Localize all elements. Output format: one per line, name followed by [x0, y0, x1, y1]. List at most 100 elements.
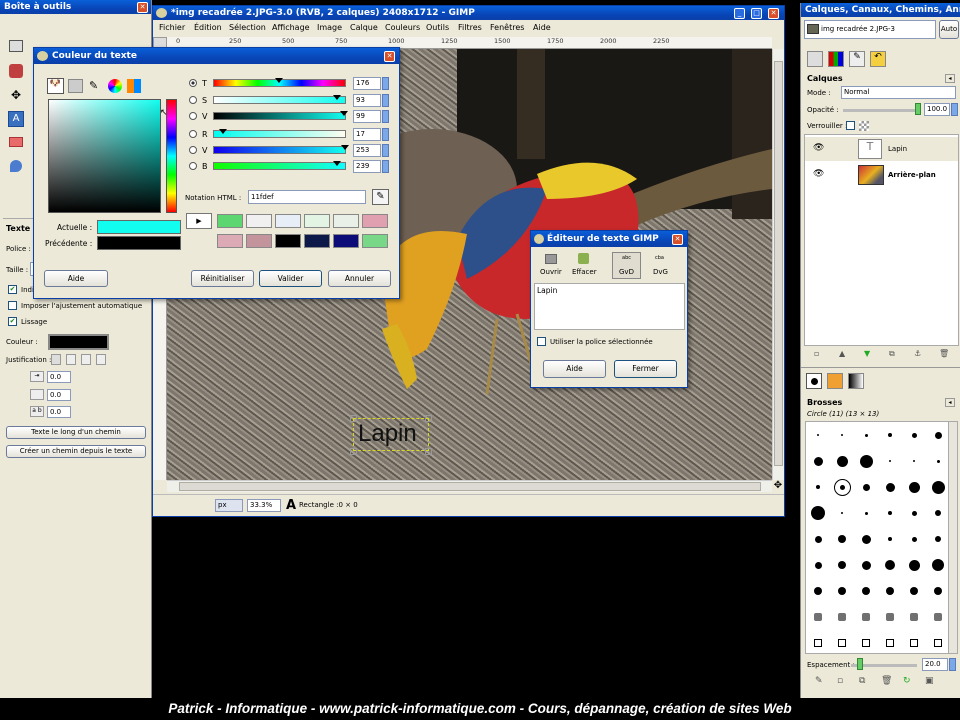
use-font-checkbox[interactable] [537, 337, 546, 346]
value-field[interactable]: 99 [353, 110, 381, 123]
text-box-handle[interactable] [350, 448, 357, 455]
lower-layer-icon[interactable]: ▼ [864, 349, 870, 358]
move-icon[interactable]: ✥ [9, 88, 23, 102]
brush-preset[interactable] [885, 560, 895, 570]
red-field[interactable]: 17 [353, 128, 381, 141]
cancel-button[interactable]: Annuler [328, 270, 391, 287]
clear-label[interactable]: Effacer [572, 268, 597, 276]
saturation-value-square[interactable] [48, 99, 161, 213]
hinting-checkbox[interactable]: ✔ [8, 285, 17, 294]
brush-preset[interactable] [838, 561, 846, 569]
antialias-checkbox[interactable]: ✔ [8, 317, 17, 326]
text-editor-close-button[interactable]: Fermer [614, 360, 677, 378]
text-area[interactable]: Lapin [534, 283, 685, 330]
close-icon[interactable]: ✕ [384, 51, 395, 62]
opacity-spin[interactable] [951, 103, 958, 116]
wheel-selector-icon[interactable] [108, 79, 122, 93]
brush-preset[interactable] [910, 639, 918, 647]
help-button[interactable]: Aide [44, 270, 108, 287]
path-from-text-button[interactable]: Créer un chemin depuis le texte [6, 445, 146, 458]
channels-tab[interactable] [828, 51, 844, 67]
brushes-tab[interactable] [806, 373, 822, 389]
letter-spacing-field[interactable]: 0.0 [47, 406, 71, 418]
panel-menu-icon[interactable]: ◂ [945, 398, 955, 407]
menu-fichier[interactable]: Fichier [159, 21, 185, 35]
green-spin[interactable] [382, 144, 389, 157]
brush-preset[interactable] [814, 561, 822, 569]
clear-icon[interactable] [578, 253, 589, 264]
text-along-path-button[interactable]: Texte le long d'un chemin [6, 426, 146, 439]
refresh-brush-icon[interactable]: ↻ [903, 676, 911, 686]
history-swatch[interactable] [217, 234, 243, 248]
minimize-icon[interactable]: _ [734, 8, 745, 19]
green-marker[interactable] [341, 145, 349, 150]
brush-preset[interactable] [817, 434, 819, 436]
saturation-marker[interactable] [333, 95, 341, 100]
text-layer-box[interactable]: Lapin [353, 418, 429, 451]
history-swatch[interactable] [362, 234, 388, 248]
brush-preset[interactable] [932, 559, 944, 571]
brush-preset[interactable] [841, 434, 843, 436]
new-brush-icon[interactable]: ▫ [837, 676, 843, 686]
brush-preset[interactable] [936, 459, 940, 463]
brush-preset[interactable] [864, 511, 868, 515]
menu-selection[interactable]: Sélection [229, 21, 266, 35]
brush-preset[interactable] [814, 587, 822, 595]
saturation-spin[interactable] [382, 94, 389, 107]
brush-preset[interactable] [838, 587, 846, 595]
history-swatch[interactable] [333, 234, 359, 248]
open-icon[interactable] [545, 254, 557, 264]
lock-alpha-icon[interactable] [859, 121, 869, 131]
value-marker[interactable] [340, 111, 348, 116]
justify-right-icon[interactable] [66, 354, 76, 365]
history-swatch[interactable] [275, 214, 301, 228]
brush-preset[interactable] [888, 511, 892, 515]
brush-preset[interactable] [934, 587, 942, 595]
fuzzy-select-icon[interactable] [9, 64, 23, 78]
brush-preset[interactable] [836, 455, 848, 467]
mode-select[interactable]: Normal [841, 86, 956, 99]
blue-slider[interactable] [213, 162, 346, 170]
history-swatch[interactable] [333, 214, 359, 228]
menu-edition[interactable]: Édition [194, 21, 222, 35]
brush-preset[interactable] [935, 510, 941, 516]
spacing-handle[interactable] [857, 658, 863, 670]
justify-center-icon[interactable] [81, 354, 91, 365]
scroll-thumb[interactable] [179, 482, 761, 491]
green-slider[interactable] [213, 146, 346, 154]
brush-preset[interactable] [814, 639, 822, 647]
history-swatch[interactable] [217, 214, 243, 228]
lock-pixels-checkbox[interactable] [846, 121, 855, 130]
brush-preset[interactable] [814, 535, 822, 543]
brush-preset[interactable] [838, 639, 846, 647]
menu-affichage[interactable]: Affichage [272, 21, 310, 35]
brush-scrollbar[interactable] [948, 421, 958, 654]
layer-row-selected[interactable]: 👁 T Lapin [805, 137, 958, 161]
brush-preset[interactable] [838, 613, 846, 621]
brush-preset[interactable] [814, 613, 822, 621]
opacity-handle[interactable] [915, 103, 921, 115]
brush-preset[interactable] [934, 639, 942, 647]
paths-tab[interactable]: ✎ [849, 51, 865, 67]
brush-preset[interactable] [862, 613, 870, 621]
text-tool-icon[interactable]: A [8, 111, 24, 127]
duplicate-layer-icon[interactable]: ⧉ [889, 349, 895, 359]
autohint-checkbox[interactable] [8, 301, 17, 310]
blue-radio[interactable] [189, 162, 197, 170]
green-radio[interactable] [189, 146, 197, 154]
hue-field[interactable]: 176 [353, 77, 381, 90]
watercolor-selector-icon[interactable]: ✎ [89, 78, 103, 93]
raise-layer-icon[interactable]: ▲ [839, 349, 845, 358]
navigate-icon[interactable]: ✥ [772, 480, 784, 492]
dodge-icon[interactable] [10, 160, 22, 172]
ok-button[interactable]: Valider [259, 270, 322, 287]
brush-preset[interactable] [816, 485, 820, 489]
image-select[interactable]: img recadrée 2.JPG-3 [804, 20, 936, 39]
saturation-slider[interactable] [213, 96, 346, 104]
eye-icon[interactable]: 👁 [813, 143, 824, 153]
brush-preset[interactable] [862, 639, 870, 647]
rect-select-icon[interactable] [9, 40, 23, 52]
brush-preset[interactable] [934, 431, 942, 439]
brush-preset[interactable] [861, 534, 871, 544]
text-color-button[interactable] [48, 334, 109, 350]
